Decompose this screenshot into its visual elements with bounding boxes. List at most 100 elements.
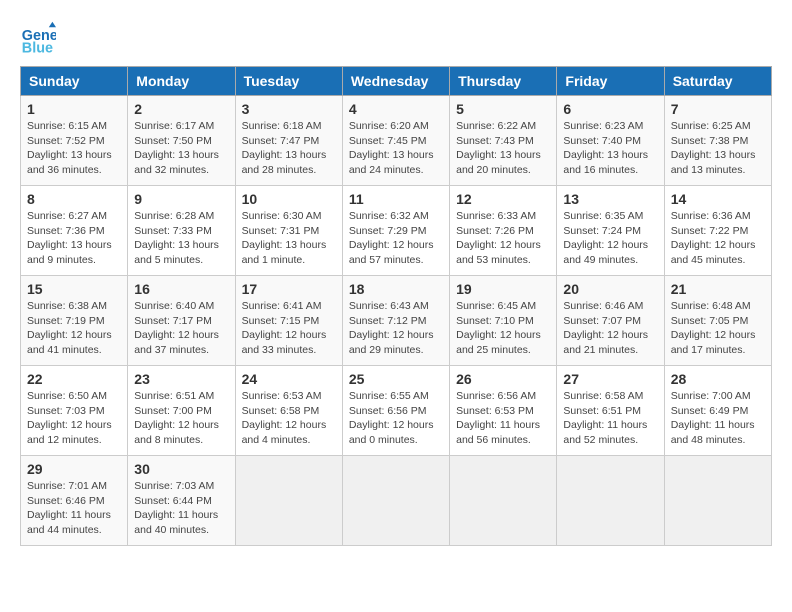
dow-header-tuesday: Tuesday bbox=[235, 67, 342, 96]
calendar-cell: 23 Sunrise: 6:51 AM Sunset: 7:00 PM Dayli… bbox=[128, 366, 235, 456]
day-number: 17 bbox=[242, 281, 336, 297]
calendar-cell: 11 Sunrise: 6:32 AM Sunset: 7:29 PM Dayli… bbox=[342, 186, 449, 276]
page-header: General Blue bbox=[20, 20, 772, 56]
calendar-cell: 29 Sunrise: 7:01 AM Sunset: 6:46 PM Dayli… bbox=[21, 456, 128, 546]
calendar-cell: 28 Sunrise: 7:00 AM Sunset: 6:49 PM Dayli… bbox=[664, 366, 771, 456]
logo-icon: General Blue bbox=[20, 20, 56, 56]
day-detail: Sunrise: 6:30 AM Sunset: 7:31 PM Dayligh… bbox=[242, 209, 336, 268]
calendar-cell bbox=[557, 456, 664, 546]
day-detail: Sunrise: 6:25 AM Sunset: 7:38 PM Dayligh… bbox=[671, 119, 765, 178]
day-detail: Sunrise: 7:00 AM Sunset: 6:49 PM Dayligh… bbox=[671, 389, 765, 448]
calendar-cell: 12 Sunrise: 6:33 AM Sunset: 7:26 PM Dayli… bbox=[450, 186, 557, 276]
day-number: 15 bbox=[27, 281, 121, 297]
calendar-cell: 9 Sunrise: 6:28 AM Sunset: 7:33 PM Daylig… bbox=[128, 186, 235, 276]
day-detail: Sunrise: 6:22 AM Sunset: 7:43 PM Dayligh… bbox=[456, 119, 550, 178]
calendar-cell: 18 Sunrise: 6:43 AM Sunset: 7:12 PM Dayli… bbox=[342, 276, 449, 366]
calendar-cell: 17 Sunrise: 6:41 AM Sunset: 7:15 PM Dayli… bbox=[235, 276, 342, 366]
logo: General Blue bbox=[20, 20, 56, 56]
day-number: 19 bbox=[456, 281, 550, 297]
calendar-cell: 13 Sunrise: 6:35 AM Sunset: 7:24 PM Dayli… bbox=[557, 186, 664, 276]
day-number: 8 bbox=[27, 191, 121, 207]
svg-text:Blue: Blue bbox=[22, 40, 53, 56]
day-number: 22 bbox=[27, 371, 121, 387]
day-detail: Sunrise: 6:43 AM Sunset: 7:12 PM Dayligh… bbox=[349, 299, 443, 358]
day-number: 18 bbox=[349, 281, 443, 297]
calendar-cell: 15 Sunrise: 6:38 AM Sunset: 7:19 PM Dayli… bbox=[21, 276, 128, 366]
day-number: 25 bbox=[349, 371, 443, 387]
calendar-cell: 21 Sunrise: 6:48 AM Sunset: 7:05 PM Dayli… bbox=[664, 276, 771, 366]
day-number: 23 bbox=[134, 371, 228, 387]
day-number: 24 bbox=[242, 371, 336, 387]
day-detail: Sunrise: 6:46 AM Sunset: 7:07 PM Dayligh… bbox=[563, 299, 657, 358]
calendar-cell: 7 Sunrise: 6:25 AM Sunset: 7:38 PM Daylig… bbox=[664, 96, 771, 186]
day-number: 21 bbox=[671, 281, 765, 297]
calendar-cell: 24 Sunrise: 6:53 AM Sunset: 6:58 PM Dayli… bbox=[235, 366, 342, 456]
day-detail: Sunrise: 6:40 AM Sunset: 7:17 PM Dayligh… bbox=[134, 299, 228, 358]
day-number: 11 bbox=[349, 191, 443, 207]
day-detail: Sunrise: 6:38 AM Sunset: 7:19 PM Dayligh… bbox=[27, 299, 121, 358]
day-detail: Sunrise: 6:33 AM Sunset: 7:26 PM Dayligh… bbox=[456, 209, 550, 268]
day-detail: Sunrise: 6:56 AM Sunset: 6:53 PM Dayligh… bbox=[456, 389, 550, 448]
day-detail: Sunrise: 6:32 AM Sunset: 7:29 PM Dayligh… bbox=[349, 209, 443, 268]
day-number: 1 bbox=[27, 101, 121, 117]
day-number: 4 bbox=[349, 101, 443, 117]
day-number: 2 bbox=[134, 101, 228, 117]
day-detail: Sunrise: 6:36 AM Sunset: 7:22 PM Dayligh… bbox=[671, 209, 765, 268]
calendar-cell: 22 Sunrise: 6:50 AM Sunset: 7:03 PM Dayli… bbox=[21, 366, 128, 456]
day-detail: Sunrise: 6:17 AM Sunset: 7:50 PM Dayligh… bbox=[134, 119, 228, 178]
dow-header-wednesday: Wednesday bbox=[342, 67, 449, 96]
calendar-cell: 20 Sunrise: 6:46 AM Sunset: 7:07 PM Dayli… bbox=[557, 276, 664, 366]
day-detail: Sunrise: 6:51 AM Sunset: 7:00 PM Dayligh… bbox=[134, 389, 228, 448]
day-number: 10 bbox=[242, 191, 336, 207]
day-number: 9 bbox=[134, 191, 228, 207]
day-detail: Sunrise: 6:41 AM Sunset: 7:15 PM Dayligh… bbox=[242, 299, 336, 358]
day-detail: Sunrise: 6:28 AM Sunset: 7:33 PM Dayligh… bbox=[134, 209, 228, 268]
calendar-cell: 5 Sunrise: 6:22 AM Sunset: 7:43 PM Daylig… bbox=[450, 96, 557, 186]
day-number: 6 bbox=[563, 101, 657, 117]
dow-header-sunday: Sunday bbox=[21, 67, 128, 96]
calendar-cell: 19Sunrise: 6:45 AM Sunset: 7:10 PM Dayli… bbox=[450, 276, 557, 366]
day-detail: Sunrise: 6:48 AM Sunset: 7:05 PM Dayligh… bbox=[671, 299, 765, 358]
calendar-cell: 3 Sunrise: 6:18 AM Sunset: 7:47 PM Daylig… bbox=[235, 96, 342, 186]
day-detail: Sunrise: 7:03 AM Sunset: 6:44 PM Dayligh… bbox=[134, 479, 228, 538]
calendar-cell: 4 Sunrise: 6:20 AM Sunset: 7:45 PM Daylig… bbox=[342, 96, 449, 186]
day-number: 12 bbox=[456, 191, 550, 207]
calendar-cell: 10 Sunrise: 6:30 AM Sunset: 7:31 PM Dayli… bbox=[235, 186, 342, 276]
day-detail: Sunrise: 6:27 AM Sunset: 7:36 PM Dayligh… bbox=[27, 209, 121, 268]
calendar-cell: 16 Sunrise: 6:40 AM Sunset: 7:17 PM Dayli… bbox=[128, 276, 235, 366]
calendar-cell: 27Sunrise: 6:58 AM Sunset: 6:51 PM Dayli… bbox=[557, 366, 664, 456]
day-detail: Sunrise: 6:20 AM Sunset: 7:45 PM Dayligh… bbox=[349, 119, 443, 178]
calendar-cell: 8 Sunrise: 6:27 AM Sunset: 7:36 PM Daylig… bbox=[21, 186, 128, 276]
day-number: 7 bbox=[671, 101, 765, 117]
day-detail: Sunrise: 6:50 AM Sunset: 7:03 PM Dayligh… bbox=[27, 389, 121, 448]
calendar-cell bbox=[235, 456, 342, 546]
calendar-cell: 26 Sunrise: 6:56 AM Sunset: 6:53 PM Dayli… bbox=[450, 366, 557, 456]
day-number: 20 bbox=[563, 281, 657, 297]
day-number: 26 bbox=[456, 371, 550, 387]
day-number: 5 bbox=[456, 101, 550, 117]
day-detail: Sunrise: 6:53 AM Sunset: 6:58 PM Dayligh… bbox=[242, 389, 336, 448]
day-number: 14 bbox=[671, 191, 765, 207]
day-number: 13 bbox=[563, 191, 657, 207]
calendar-table: SundayMondayTuesdayWednesdayThursdayFrid… bbox=[20, 66, 772, 546]
calendar-cell: 2 Sunrise: 6:17 AM Sunset: 7:50 PM Daylig… bbox=[128, 96, 235, 186]
day-number: 28 bbox=[671, 371, 765, 387]
calendar-cell bbox=[450, 456, 557, 546]
day-detail: Sunrise: 6:23 AM Sunset: 7:40 PM Dayligh… bbox=[563, 119, 657, 178]
calendar-cell: 6 Sunrise: 6:23 AM Sunset: 7:40 PM Daylig… bbox=[557, 96, 664, 186]
calendar-cell bbox=[342, 456, 449, 546]
day-detail: Sunrise: 6:58 AM Sunset: 6:51 PM Dayligh… bbox=[563, 389, 657, 448]
dow-header-friday: Friday bbox=[557, 67, 664, 96]
day-number: 3 bbox=[242, 101, 336, 117]
dow-header-monday: Monday bbox=[128, 67, 235, 96]
calendar-cell: 25 Sunrise: 6:55 AM Sunset: 6:56 PM Dayli… bbox=[342, 366, 449, 456]
day-detail: Sunrise: 6:15 AM Sunset: 7:52 PM Dayligh… bbox=[27, 119, 121, 178]
day-detail: Sunrise: 6:55 AM Sunset: 6:56 PM Dayligh… bbox=[349, 389, 443, 448]
day-detail: Sunrise: 6:18 AM Sunset: 7:47 PM Dayligh… bbox=[242, 119, 336, 178]
day-detail: Sunrise: 7:01 AM Sunset: 6:46 PM Dayligh… bbox=[27, 479, 121, 538]
day-number: 16 bbox=[134, 281, 228, 297]
calendar-cell: 14 Sunrise: 6:36 AM Sunset: 7:22 PM Dayli… bbox=[664, 186, 771, 276]
day-detail: Sunrise: 6:35 AM Sunset: 7:24 PM Dayligh… bbox=[563, 209, 657, 268]
calendar-cell: 30Sunrise: 7:03 AM Sunset: 6:44 PM Dayli… bbox=[128, 456, 235, 546]
day-number: 29 bbox=[27, 461, 121, 477]
